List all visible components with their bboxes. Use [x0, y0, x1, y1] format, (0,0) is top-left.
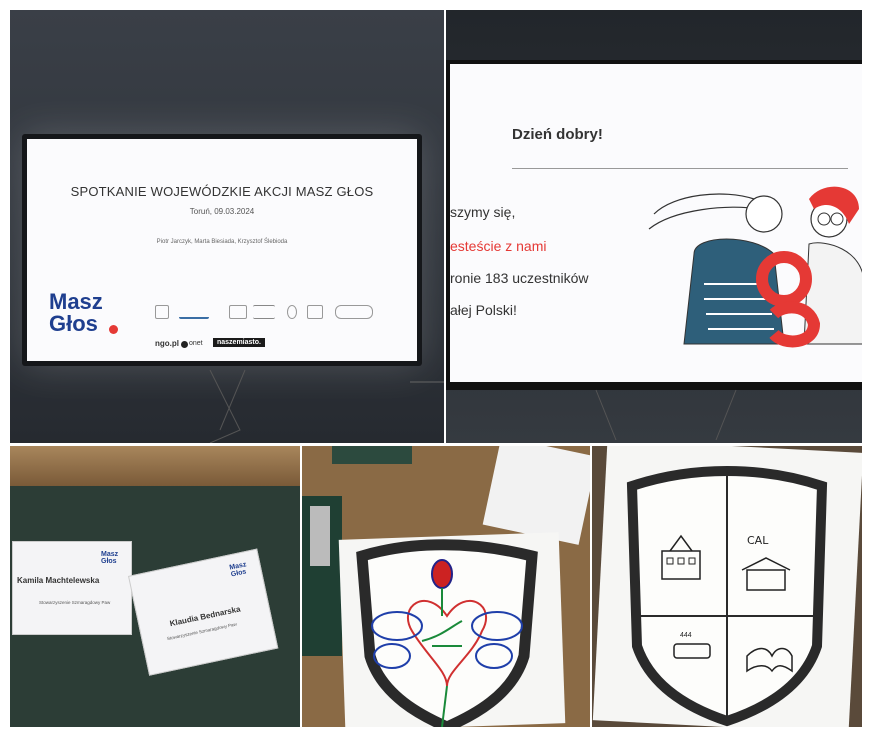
- photo-tv-slide-2: Dzień dobry! szymy się, esteście z nami …: [446, 10, 862, 443]
- name-badge-1: Masz Głos Kamila Machtelewska Stowarzysz…: [12, 541, 132, 635]
- photo-shield-drawing-2: CAL 444: [592, 446, 862, 727]
- photo-shield-drawing-1: [302, 446, 590, 727]
- shield-cal-label: CAL: [747, 534, 769, 547]
- badge-1-org: Stowarzyszenie Szmaragdowy Paw: [39, 600, 111, 605]
- shield-number-label: 444: [680, 632, 692, 639]
- name-badge-2: Masz Głos Klaudia Bednarska Stowarzyszen…: [128, 548, 279, 676]
- badge-1-name: Kamila Machtelewska: [17, 576, 100, 585]
- tv-cables: [209, 369, 444, 443]
- badge-logo-line2: Głos: [230, 568, 248, 579]
- shield-quadrants-drawing-icon: [626, 466, 828, 727]
- wooden-table-edge: [10, 446, 300, 486]
- photo-tv-slide-1: SPOTKANIE WOJEWÓDZKIE AKCJI MASZ GŁOS To…: [10, 10, 444, 443]
- shield-peacock-drawing-icon: [356, 539, 538, 727]
- photo-name-badges: Masz Głos Kamila Machtelewska Stowarzysz…: [10, 446, 300, 727]
- badge-logo-line2: Głos: [101, 558, 117, 565]
- tv-stand: [595, 389, 737, 441]
